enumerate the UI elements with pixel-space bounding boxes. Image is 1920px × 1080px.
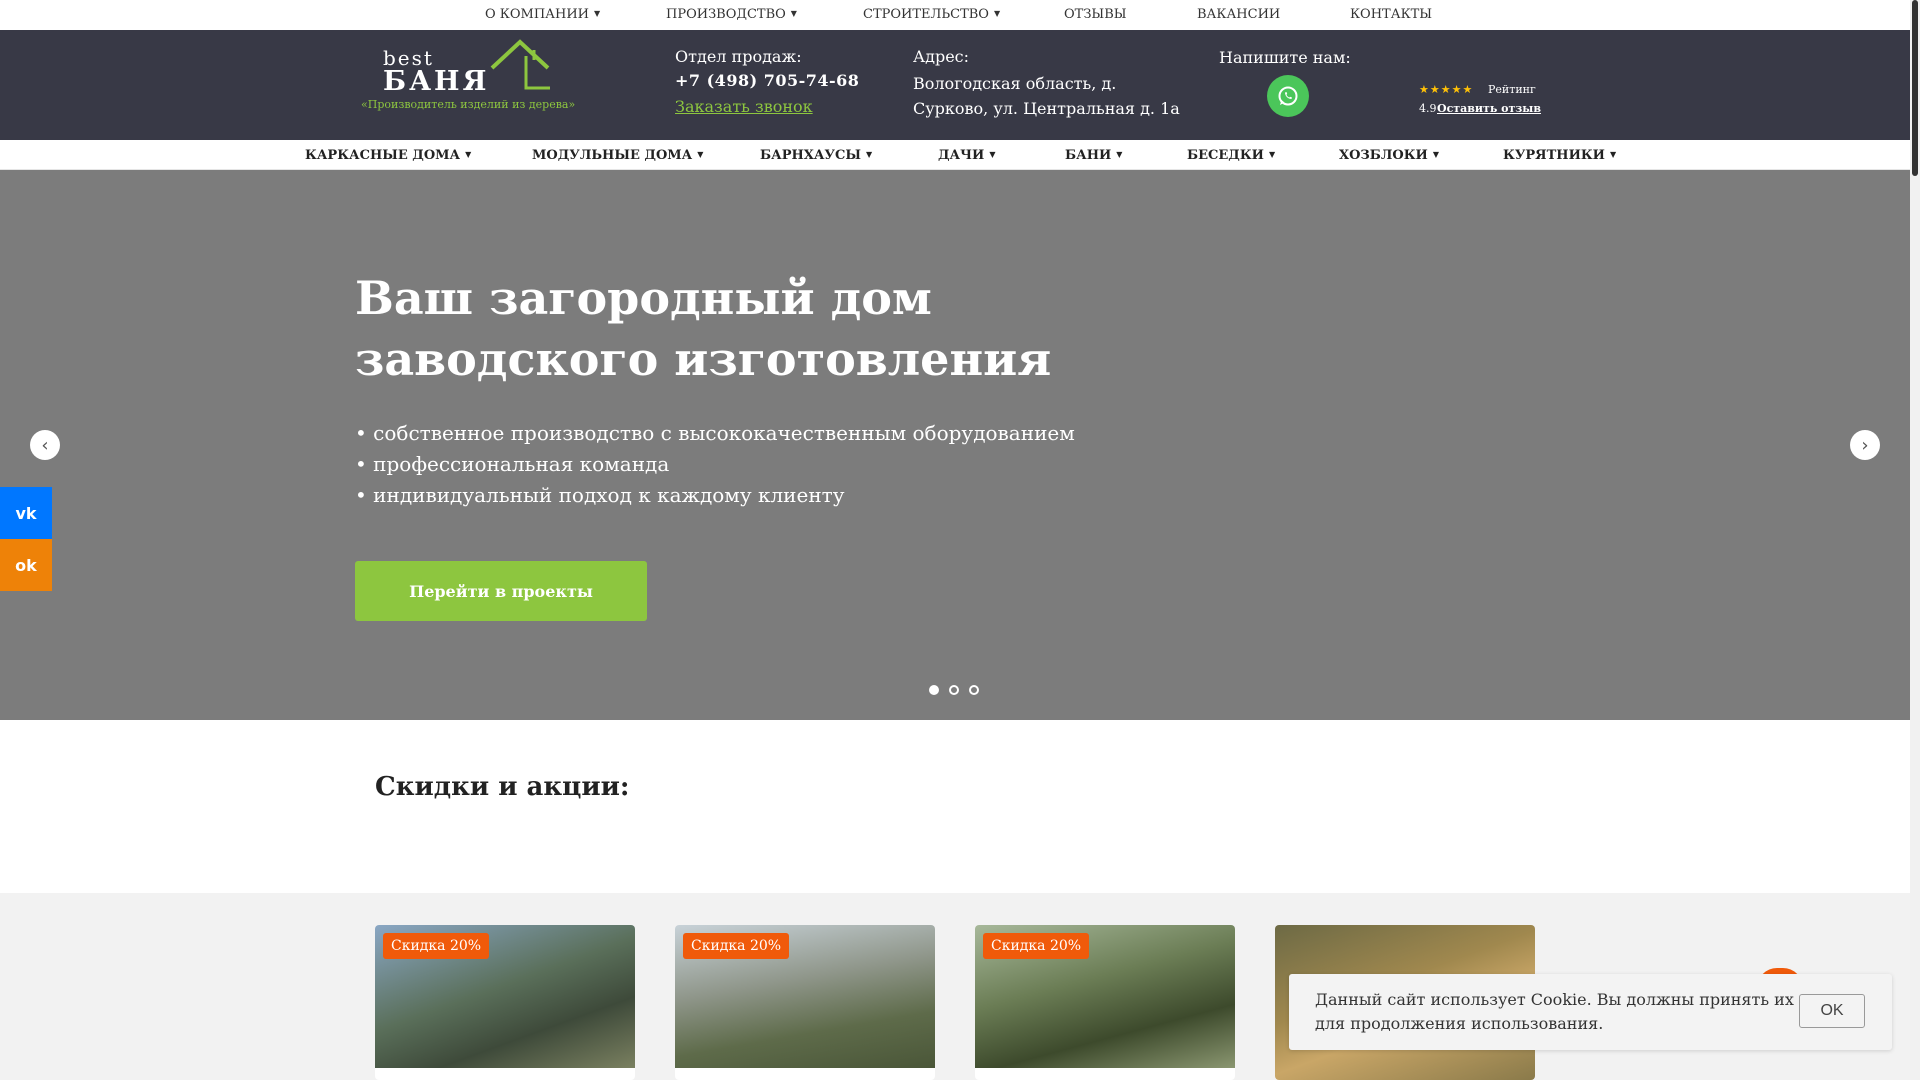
hero-slider: Ваш загородный дом заводского изготовлен… [0,170,1910,720]
whatsapp-icon [1278,86,1298,106]
cookie-accept-button[interactable]: OK [1799,994,1865,1028]
ok-share-button[interactable]: ok [0,539,52,591]
menu-item-barnhouses[interactable]: БАРНХАУСЫ ▼ [760,148,872,163]
chevron-down-icon: ▼ [1609,149,1617,159]
topnav-item-label: О КОМПАНИИ [485,7,590,22]
slider-next-button[interactable]: › [1850,430,1880,460]
topnav-item-label: ПРОИЗВОДСТВО [666,7,786,22]
hero-bullet: • профессиональная команда [355,452,670,476]
address-text: Вологодская область, д. Сурково, ул. Цен… [913,74,1180,118]
site-header: best БАНЯ «Производитель изделий из дере… [0,30,1910,140]
order-callback-link[interactable]: Заказать звонок [675,97,813,116]
discount-badge: Скидка 20% [983,933,1090,959]
top-navigation: О КОМПАНИИ ▼ ПРОИЗВОДСТВО ▼ СТРОИТЕЛЬСТВО ▼… [0,0,1910,30]
menu-item-label: БЕСЕДКИ [1187,148,1264,163]
chevron-down-icon: ▼ [594,9,601,18]
topnav-item-construction[interactable]: СТРОИТЕЛЬСТВО ▼ [863,7,1000,22]
menu-item-label: МОДУЛЬНЫЕ ДОМА [532,148,693,163]
chevron-down-icon: ▼ [790,9,797,18]
logo-banya-text: БАНЯ [383,66,490,97]
slider-dot-3[interactable] [969,685,979,695]
discount-card[interactable]: Скидка 20% [375,925,635,1080]
scrollbar-thumb[interactable] [1912,0,1918,176]
odnoklassniki-icon: ok [15,555,37,575]
chevron-left-icon: ‹ [41,434,49,456]
hero-bullet-list: • собственное производство с высококачес… [355,418,1075,511]
menu-item-gazebos[interactable]: БЕСЕДКИ ▼ [1187,148,1275,163]
discount-badge: Скидка 20% [683,933,790,959]
menu-item-baths[interactable]: БАНИ ▼ [1065,148,1122,163]
topnav-item-about[interactable]: О КОМПАНИИ ▼ [485,7,600,22]
topnav-item-production[interactable]: ПРОИЗВОДСТВО ▼ [666,7,797,22]
sales-phone-link[interactable]: +7 (498) 705-74-68 [675,71,859,90]
menu-item-label: КУРЯТНИКИ [1503,148,1605,163]
topnav-item-vacancies[interactable]: ВАКАНСИИ [1197,7,1280,22]
vk-icon: vk [15,503,37,523]
slider-dot-2[interactable] [949,685,959,695]
menu-item-label: ДАЧИ [938,148,985,163]
vk-share-button[interactable]: vk [0,487,52,539]
rating-value: 4.9 [1419,102,1437,115]
menu-item-chicken-coops[interactable]: КУРЯТНИКИ ▼ [1503,148,1616,163]
menu-item-dachas[interactable]: ДАЧИ ▼ [938,148,995,163]
whatsapp-button[interactable] [1267,75,1309,117]
chevron-down-icon: ▼ [1432,149,1439,159]
topnav-item-reviews[interactable]: ОТЗЫВЫ [1064,7,1127,22]
discount-badge: Скидка 20% [383,933,490,959]
chevron-down-icon: ▼ [1116,149,1123,159]
topnav-item-label: КОНТАКТЫ [1350,7,1433,22]
write-us-label: Напишите нам: [1219,48,1351,67]
discount-card[interactable]: Скидка 20% [975,925,1235,1080]
hero-bullet: • собственное производство с высококачес… [355,421,1075,445]
cookie-text: Данный сайт использует Cookie. Вы должны… [1315,990,1794,1033]
topnav-item-contacts[interactable]: КОНТАКТЫ [1350,7,1432,22]
chevron-down-icon: ▼ [993,9,1001,18]
catalog-menu: КАРКАСНЫЕ ДОМА ▼ МОДУЛЬНЫЕ ДОМА ▼ БАРНХАУС… [0,140,1910,170]
hero-bullet: • индивидуальный подход к каждому клиент… [355,483,845,507]
house-logo-icon [490,39,550,90]
address-label: Адрес: [913,47,970,66]
logo-tagline: «Производитель изделий из дерева» [361,98,576,111]
chevron-down-icon: ▼ [465,149,472,159]
chevron-down-icon: ▼ [1268,149,1276,159]
hero-title: Ваш загородный дом заводского изготовлен… [355,271,1052,386]
chevron-down-icon: ▼ [989,149,996,159]
rating-stars: ★★★★★ [1419,83,1474,96]
menu-item-label: БАНИ [1065,148,1112,163]
menu-item-label: КАРКАСНЫЕ ДОМА [305,148,461,163]
leave-review-link[interactable]: Оставить отзыв [1437,102,1541,115]
menu-item-label: БАРНХАУСЫ [760,148,861,163]
discount-card[interactable]: Скидка 20% [675,925,935,1080]
go-to-projects-button[interactable]: Перейти в проекты [355,561,647,621]
menu-item-label: ХОЗБЛОКИ [1339,148,1428,163]
menu-item-sheds[interactable]: ХОЗБЛОКИ ▼ [1339,148,1439,163]
chevron-down-icon: ▼ [697,149,704,159]
sales-label: Отдел продаж: [675,47,802,66]
rating-label: Рейтинг [1488,83,1536,96]
menu-item-frame-houses[interactable]: КАРКАСНЫЕ ДОМА ▼ [305,148,471,163]
chevron-right-icon: › [1861,434,1869,456]
topnav-item-label: ОТЗЫВЫ [1064,7,1127,22]
menu-item-modular-houses[interactable]: МОДУЛЬНЫЕ ДОМА ▼ [532,148,703,163]
slider-dot-1[interactable] [929,685,939,695]
slider-prev-button[interactable]: ‹ [30,430,60,460]
discounts-section-title: Скидки и акции: [375,772,630,802]
chevron-down-icon: ▼ [865,149,873,159]
topnav-item-label: ВАКАНСИИ [1197,7,1281,22]
slider-pagination [929,685,979,695]
cookie-banner: Данный сайт использует Cookie. Вы должны… [1289,974,1892,1050]
topnav-item-label: СТРОИТЕЛЬСТВО [863,7,989,22]
